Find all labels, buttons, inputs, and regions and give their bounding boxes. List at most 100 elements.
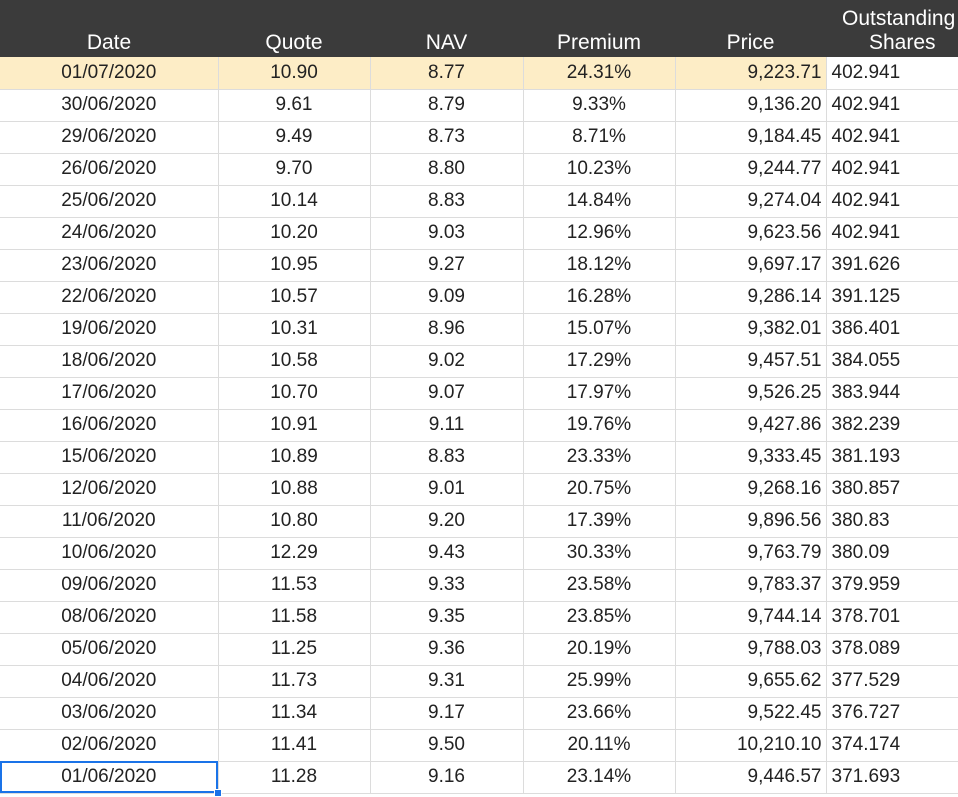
- cell-outstanding-shares[interactable]: 386.401: [826, 313, 958, 346]
- cell-price[interactable]: 9,427.86: [675, 409, 827, 442]
- cell-date[interactable]: 02/06/2020: [0, 729, 219, 762]
- cell-quote[interactable]: 10.14: [218, 185, 371, 218]
- cell-price[interactable]: 10,210.10: [675, 729, 827, 762]
- cell-date[interactable]: 29/06/2020: [0, 121, 219, 154]
- cell-quote[interactable]: 9.70: [218, 153, 371, 186]
- cell-quote[interactable]: 12.29: [218, 537, 371, 570]
- cell-outstanding-shares[interactable]: 402.941: [826, 89, 958, 122]
- cell-date[interactable]: 04/06/2020: [0, 665, 219, 698]
- cell-nav[interactable]: 9.27: [370, 249, 524, 282]
- cell-date[interactable]: 19/06/2020: [0, 313, 219, 346]
- cell-outstanding-shares[interactable]: 380.83: [826, 505, 958, 538]
- cell-price[interactable]: 9,136.20: [675, 89, 827, 122]
- cell-quote[interactable]: 9.49: [218, 121, 371, 154]
- cell-date[interactable]: 25/06/2020: [0, 185, 219, 218]
- cell-outstanding-shares[interactable]: 371.693: [826, 761, 958, 794]
- cell-nav[interactable]: 9.02: [370, 345, 524, 378]
- cell-outstanding-shares[interactable]: 376.727: [826, 697, 958, 730]
- cell-price[interactable]: 9,274.04: [675, 185, 827, 218]
- cell-nav[interactable]: 9.07: [370, 377, 524, 410]
- cell-price[interactable]: 9,457.51: [675, 345, 827, 378]
- cell-quote[interactable]: 10.91: [218, 409, 371, 442]
- cell-price[interactable]: 9,655.62: [675, 665, 827, 698]
- cell-nav[interactable]: 8.79: [370, 89, 524, 122]
- cell-price[interactable]: 9,286.14: [675, 281, 827, 314]
- cell-nav[interactable]: 8.83: [370, 441, 524, 474]
- cell-nav[interactable]: 8.80: [370, 153, 524, 186]
- cell-date[interactable]: 24/06/2020: [0, 217, 219, 250]
- cell-premium[interactable]: 10.23%: [523, 153, 676, 186]
- cell-date[interactable]: 08/06/2020: [0, 601, 219, 634]
- cell-price[interactable]: 9,184.45: [675, 121, 827, 154]
- cell-date[interactable]: 23/06/2020: [0, 249, 219, 282]
- cell-date[interactable]: 26/06/2020: [0, 153, 219, 186]
- cell-outstanding-shares[interactable]: 380.09: [826, 537, 958, 570]
- cell-nav[interactable]: 9.33: [370, 569, 524, 602]
- cell-date[interactable]: 10/06/2020: [0, 537, 219, 570]
- cell-price[interactable]: 9,526.25: [675, 377, 827, 410]
- cell-price[interactable]: 9,446.57: [675, 761, 827, 794]
- cell-date[interactable]: 01/07/2020: [0, 57, 219, 90]
- cell-quote[interactable]: 10.57: [218, 281, 371, 314]
- cell-quote[interactable]: 10.20: [218, 217, 371, 250]
- cell-price[interactable]: 9,697.17: [675, 249, 827, 282]
- cell-premium[interactable]: 23.66%: [523, 697, 676, 730]
- cell-date[interactable]: 18/06/2020: [0, 345, 219, 378]
- cell-price[interactable]: 9,744.14: [675, 601, 827, 634]
- cell-outstanding-shares[interactable]: 377.529: [826, 665, 958, 698]
- cell-quote[interactable]: 9.61: [218, 89, 371, 122]
- cell-premium[interactable]: 23.58%: [523, 569, 676, 602]
- cell-quote[interactable]: 10.80: [218, 505, 371, 538]
- header-outstanding-shares[interactable]: Outstanding Shares: [826, 0, 958, 57]
- cell-date[interactable]: 15/06/2020: [0, 441, 219, 474]
- cell-price[interactable]: 9,763.79: [675, 537, 827, 570]
- cell-premium[interactable]: 15.07%: [523, 313, 676, 346]
- cell-price[interactable]: 9,333.45: [675, 441, 827, 474]
- cell-price[interactable]: 9,268.16: [675, 473, 827, 506]
- cell-nav[interactable]: 9.43: [370, 537, 524, 570]
- cell-price[interactable]: 9,244.77: [675, 153, 827, 186]
- cell-price[interactable]: 9,522.45: [675, 697, 827, 730]
- fill-handle[interactable]: [213, 788, 222, 797]
- cell-quote[interactable]: 11.73: [218, 665, 371, 698]
- cell-date[interactable]: 01/06/2020: [0, 761, 222, 797]
- cell-premium[interactable]: 9.33%: [523, 89, 676, 122]
- cell-nav[interactable]: 9.09: [370, 281, 524, 314]
- cell-outstanding-shares[interactable]: 381.193: [826, 441, 958, 474]
- cell-nav[interactable]: 8.77: [370, 57, 524, 90]
- cell-premium[interactable]: 16.28%: [523, 281, 676, 314]
- cell-nav[interactable]: 9.16: [370, 761, 524, 794]
- cell-nav[interactable]: 9.31: [370, 665, 524, 698]
- cell-outstanding-shares[interactable]: 402.941: [826, 217, 958, 250]
- cell-outstanding-shares[interactable]: 402.941: [826, 153, 958, 186]
- cell-outstanding-shares[interactable]: 402.941: [826, 185, 958, 218]
- cell-premium[interactable]: 20.19%: [523, 633, 676, 666]
- cell-nav[interactable]: 8.83: [370, 185, 524, 218]
- cell-premium[interactable]: 17.39%: [523, 505, 676, 538]
- header-quote[interactable]: Quote: [218, 0, 370, 57]
- cell-price[interactable]: 9,623.56: [675, 217, 827, 250]
- cell-premium[interactable]: 19.76%: [523, 409, 676, 442]
- cell-premium[interactable]: 17.97%: [523, 377, 676, 410]
- header-nav[interactable]: NAV: [370, 0, 523, 57]
- cell-date[interactable]: 12/06/2020: [0, 473, 219, 506]
- cell-date[interactable]: 03/06/2020: [0, 697, 219, 730]
- cell-nav[interactable]: 9.50: [370, 729, 524, 762]
- cell-premium[interactable]: 17.29%: [523, 345, 676, 378]
- header-premium[interactable]: Premium: [523, 0, 675, 57]
- cell-outstanding-shares[interactable]: 374.174: [826, 729, 958, 762]
- cell-nav[interactable]: 9.03: [370, 217, 524, 250]
- cell-nav[interactable]: 9.11: [370, 409, 524, 442]
- cell-date[interactable]: 09/06/2020: [0, 569, 219, 602]
- cell-quote[interactable]: 11.53: [218, 569, 371, 602]
- cell-outstanding-shares[interactable]: 380.857: [826, 473, 958, 506]
- cell-nav[interactable]: 9.17: [370, 697, 524, 730]
- cell-quote[interactable]: 11.34: [218, 697, 371, 730]
- cell-quote[interactable]: 11.28: [218, 761, 371, 794]
- cell-premium[interactable]: 24.31%: [523, 57, 676, 90]
- cell-premium[interactable]: 8.71%: [523, 121, 676, 154]
- cell-outstanding-shares[interactable]: 402.941: [826, 57, 958, 90]
- cell-nav[interactable]: 9.36: [370, 633, 524, 666]
- cell-price[interactable]: 9,382.01: [675, 313, 827, 346]
- cell-premium[interactable]: 12.96%: [523, 217, 676, 250]
